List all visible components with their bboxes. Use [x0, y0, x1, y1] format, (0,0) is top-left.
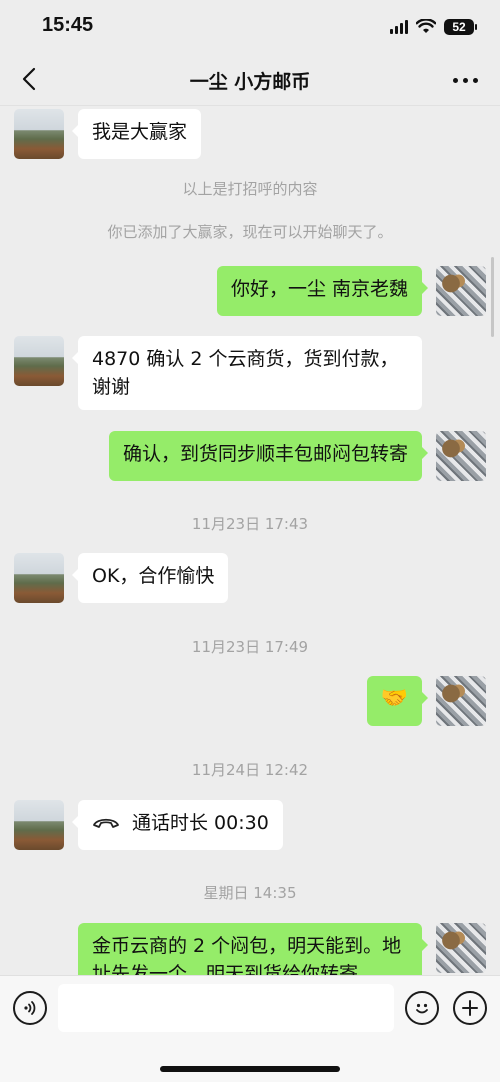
plus-icon — [462, 1000, 478, 1016]
message-bubble[interactable]: 你好，一尘 南京老魏 — [216, 266, 429, 316]
avatar[interactable] — [14, 800, 64, 850]
message-row: 确认，到货同步顺丰包邮闷包转寄 — [108, 431, 486, 481]
message-row: 🤝 — [366, 676, 486, 726]
message-bubble[interactable]: OK，合作愉快 — [71, 553, 229, 603]
message-input[interactable] — [58, 984, 394, 1032]
timestamp: 11月23日 17:43 — [191, 515, 309, 533]
chat-title: 一尘 小方邮币 — [189, 71, 311, 93]
handshake-emoji[interactable]: 🤝 — [366, 676, 429, 726]
timestamp: 11月24日 12:42 — [191, 761, 309, 779]
message-row: OK，合作愉快 — [14, 553, 229, 603]
timestamp: 11月23日 17:49 — [191, 638, 309, 656]
avatar[interactable] — [14, 553, 64, 603]
message-bubble[interactable]: 4870 确认 2 个云商货，货到付款，谢谢 — [72, 336, 422, 410]
emoji-button[interactable] — [405, 991, 439, 1025]
avatar[interactable] — [436, 266, 486, 316]
message-row: 你好，一尘 南京老魏 — [216, 266, 486, 316]
nav-bar: 一尘 小方邮币 — [0, 54, 500, 106]
status-icons: 52 — [390, 18, 477, 36]
avatar[interactable] — [436, 676, 486, 726]
voice-button[interactable] — [13, 991, 47, 1025]
message-row: 4870 确认 2 个云商货，货到付款，谢谢 — [14, 336, 422, 410]
message-bubble[interactable]: 金币云商的 2 个闷包，明天能到。地址先发一个，明天到货给你转寄 — [78, 923, 428, 975]
call-duration: 通话时长 00:30 — [132, 812, 269, 834]
wifi-icon — [416, 19, 436, 33]
voice-icon — [24, 1001, 36, 1015]
more-button[interactable] — [453, 70, 478, 90]
more-icon — [453, 77, 458, 83]
avatar[interactable] — [14, 336, 64, 386]
phone-icon — [93, 818, 119, 828]
message-bubble[interactable]: 确认，到货同步顺丰包邮闷包转寄 — [108, 431, 429, 481]
more-functions-button[interactable] — [453, 991, 487, 1025]
message-bubble[interactable]: 我是大赢家 — [71, 109, 202, 159]
home-indicator — [160, 1066, 340, 1072]
timestamp: 星期日 14:35 — [203, 884, 297, 902]
message-row: 通话时长 00:30 — [14, 800, 283, 850]
system-notice: 以上是打招呼的内容 — [182, 180, 318, 198]
battery-icon: 52 — [444, 19, 477, 35]
message-row: 我是大赢家 — [14, 109, 202, 159]
chat-area[interactable]: 我是大赢家 以上是打招呼的内容 你已添加了大赢家，现在可以开始聊天了。 你好，一… — [0, 107, 500, 975]
avatar[interactable] — [436, 923, 486, 973]
avatar[interactable] — [14, 109, 64, 159]
system-notice: 你已添加了大赢家，现在可以开始聊天了。 — [107, 223, 393, 241]
emoji-icon — [416, 1003, 428, 1014]
status-bar: 15:45 52 — [0, 0, 500, 54]
scrollbar[interactable] — [491, 257, 494, 337]
battery-level: 52 — [452, 20, 466, 34]
call-record-bubble[interactable]: 通话时长 00:30 — [72, 800, 283, 850]
message-row: 金币云商的 2 个闷包，明天能到。地址先发一个，明天到货给你转寄 — [78, 923, 486, 975]
status-time: 15:45 — [42, 14, 94, 36]
avatar[interactable] — [436, 431, 486, 481]
signal-icon — [390, 20, 408, 34]
